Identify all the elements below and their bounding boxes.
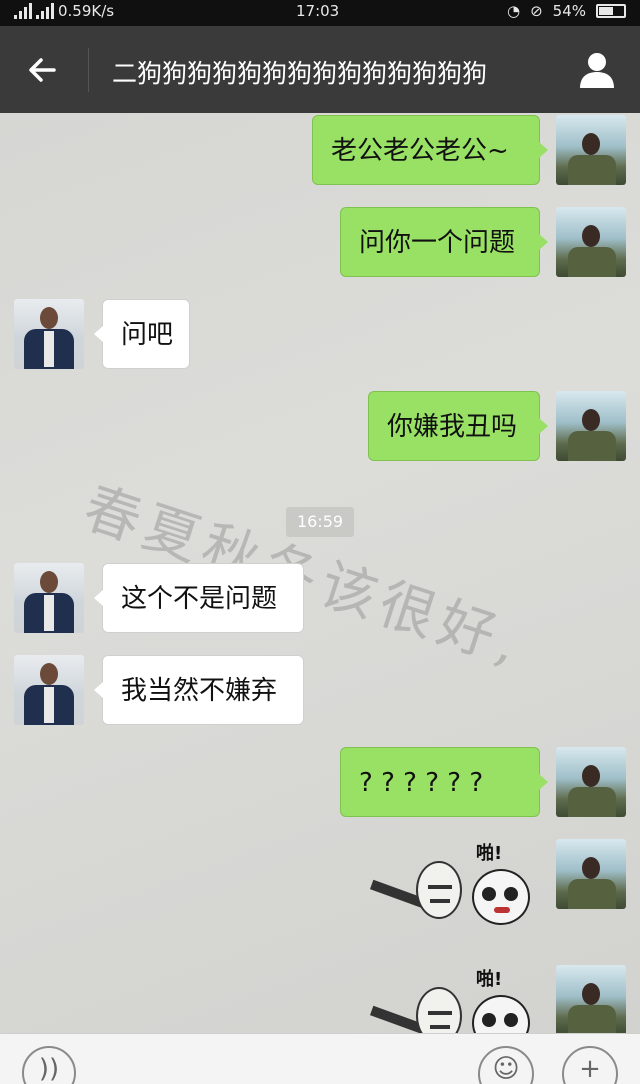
emoji-icon: ☺ xyxy=(492,1054,520,1084)
battery-icon xyxy=(596,4,626,18)
more-button[interactable]: + xyxy=(562,1046,618,1084)
arrow-left-icon xyxy=(29,58,56,82)
avatar-me[interactable] xyxy=(556,747,626,817)
chat-header: 二狗狗狗狗狗狗狗狗狗狗狗狗狗狗 xyxy=(0,26,640,113)
avatar-me[interactable] xyxy=(556,965,626,1033)
avatar-me[interactable] xyxy=(556,115,626,185)
back-button[interactable] xyxy=(22,50,62,90)
sticker-message[interactable]: 啪! xyxy=(368,965,538,1033)
chat-title: 二狗狗狗狗狗狗狗狗狗狗狗狗狗狗 xyxy=(112,59,488,88)
network-speed: 0.59K/s xyxy=(58,2,115,20)
emoji-button[interactable]: ☺ xyxy=(478,1046,534,1084)
message-bubble-other[interactable]: 这个不是问题 xyxy=(94,563,304,633)
message-bubble-other[interactable]: 我当然不嫌弃 xyxy=(94,655,304,725)
profile-button[interactable] xyxy=(578,50,616,90)
message-bubble-me[interactable]: ? ? ? ? ? ? xyxy=(340,747,548,817)
signal-icon xyxy=(14,3,32,19)
sticker-message[interactable]: 啪! xyxy=(368,839,538,943)
avatar-me[interactable] xyxy=(556,839,626,909)
message-bubble-me[interactable]: 你嫌我丑吗 xyxy=(368,391,548,461)
sticker-text: 啪! xyxy=(476,843,503,864)
panda-face-icon xyxy=(472,869,530,925)
message-bubble-me[interactable]: 问你一个问题 xyxy=(340,207,548,277)
status-time: 17:03 xyxy=(296,2,340,20)
status-right: ◔ ⊘ 54% xyxy=(507,2,626,20)
message-bubble-other[interactable]: 问吧 xyxy=(94,299,190,369)
person-icon xyxy=(580,53,614,88)
message-bubble-me[interactable]: 老公老公老公~ xyxy=(312,115,548,185)
meme-face-icon xyxy=(416,861,462,919)
mute-icon: ⊘ xyxy=(530,2,543,20)
avatar-other[interactable] xyxy=(14,299,84,369)
plus-icon: + xyxy=(579,1054,601,1084)
status-left: 0.59K/s xyxy=(14,2,114,20)
alarm-icon: ◔ xyxy=(506,2,521,20)
input-bar: )) ☺ + xyxy=(0,1033,640,1084)
message-timestamp: 16:59 xyxy=(286,507,354,537)
panda-face-icon xyxy=(472,995,530,1033)
voice-icon: )) xyxy=(38,1054,60,1084)
chat-messages-area[interactable]: 春夏秋冬该很好, 老公老公老公~ 问你一个问题 问吧 你嫌我丑吗 16:59 这… xyxy=(0,113,640,1033)
signal-icon-2 xyxy=(36,3,54,19)
header-divider xyxy=(88,48,89,92)
voice-button[interactable]: )) xyxy=(22,1046,76,1084)
avatar-me[interactable] xyxy=(556,207,626,277)
battery-percent: 54% xyxy=(552,2,586,20)
status-bar: 0.59K/s 17:03 ◔ ⊘ 54% xyxy=(0,0,640,26)
avatar-other[interactable] xyxy=(14,655,84,725)
sticker-text: 啪! xyxy=(476,969,503,990)
avatar-me[interactable] xyxy=(556,391,626,461)
meme-face-icon xyxy=(416,987,462,1033)
avatar-other[interactable] xyxy=(14,563,84,633)
